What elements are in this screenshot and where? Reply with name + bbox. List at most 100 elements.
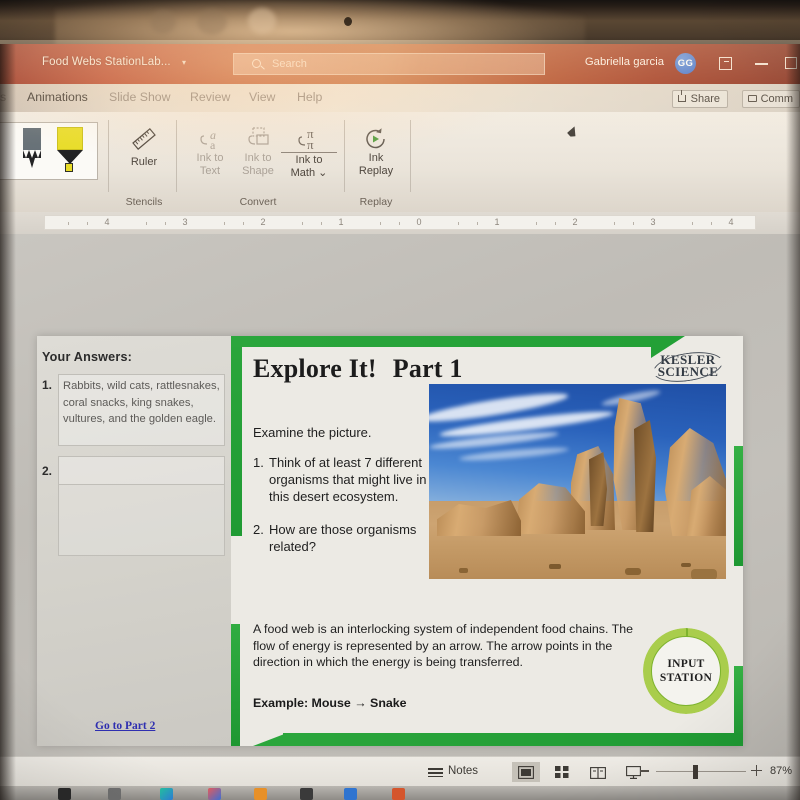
zoom-in-icon[interactable]	[751, 765, 762, 776]
slide-border-top	[231, 336, 663, 347]
status-bar: Notes 87%	[0, 756, 800, 786]
ruler-label: Ruler	[130, 156, 158, 168]
slide-workspace: Your Answers: 1. Rabbits, wild cats, rat…	[0, 234, 800, 800]
ink-to-shape-icon	[248, 127, 269, 145]
desert-rock-formation-photo[interactable]	[429, 384, 726, 579]
bezel-smudge	[197, 9, 227, 35]
ink-to-shape-label-1: Ink to	[244, 152, 272, 164]
question-number-2: 2.	[253, 522, 264, 537]
tab-animations[interactable]: Animations	[27, 90, 88, 104]
taskbar-search-icon[interactable]	[108, 788, 121, 800]
ruler-tick-label: 1	[338, 217, 344, 227]
ruler-tick-label: 1	[494, 217, 500, 227]
slide-corner-bottom-left	[253, 733, 287, 746]
notes-button[interactable]: Notes	[448, 765, 478, 777]
slide-example-text: Example: Mouse → Snake	[253, 696, 407, 710]
ink-to-shape-button[interactable]: Ink to Shape	[232, 126, 284, 177]
share-button[interactable]: Share	[671, 90, 728, 108]
slide-title-main: Explore It!	[253, 354, 377, 383]
taskbar-app-icon[interactable]	[300, 788, 313, 800]
tab-review[interactable]: Review	[190, 90, 230, 104]
ruler-tick-label: 4	[728, 217, 734, 227]
chevron-down-icon[interactable]: ▾	[182, 58, 186, 67]
slide-title-part: Part 1	[392, 354, 463, 383]
ink-to-math-button[interactable]: π π Ink to Math ⌄	[281, 126, 337, 179]
account-name[interactable]: Gabriella garcia	[585, 56, 664, 68]
go-to-part-2-link[interactable]: Go to Part 2	[95, 720, 155, 732]
highlighter-icon[interactable]	[57, 127, 83, 172]
ribbon-divider	[108, 120, 109, 192]
ink-replay-button[interactable]: Ink Replay	[350, 126, 402, 177]
tab-slide-show[interactable]: Slide Show	[109, 90, 171, 104]
taskbar-start-icon[interactable]	[58, 788, 71, 800]
ruler-tick-label: 3	[182, 217, 188, 227]
ink-to-text-label-2: Text	[199, 164, 221, 177]
taskbar-app-icon[interactable]	[344, 788, 357, 800]
pencil-icon[interactable]	[23, 128, 41, 168]
search-box[interactable]: Search	[233, 53, 545, 75]
input-station-badge: INPUT STATION	[643, 628, 729, 714]
answer-text-1[interactable]: Rabbits, wild cats, rattlesnakes, coral …	[63, 378, 223, 428]
ruler-tick-label: 3	[650, 217, 656, 227]
comments-button[interactable]: Comm	[741, 90, 800, 108]
bezel-smudge	[150, 10, 176, 34]
ruler-tick-label: 2	[260, 217, 266, 227]
zoom-percent-label[interactable]: 87%	[770, 765, 792, 777]
minimize-button[interactable]	[755, 63, 768, 65]
ribbon-display-options-icon[interactable]	[719, 57, 732, 70]
ink-to-math-icon: π π	[298, 126, 314, 152]
ruler-icon	[132, 128, 156, 150]
maximize-button[interactable]	[785, 57, 797, 69]
slide-question-item: 1. Think of at least 7 different organis…	[253, 454, 429, 505]
search-icon	[252, 59, 261, 68]
tab-view[interactable]: View	[249, 90, 275, 104]
ink-to-text-button[interactable]: a a Ink to Text	[184, 126, 236, 177]
slide-intro-text: Examine the picture.	[253, 425, 372, 440]
svg-text:a: a	[210, 138, 216, 152]
kesler-science-logo: KESLER SCIENCE	[651, 354, 725, 378]
group-label-stencils: Stencils	[125, 196, 163, 208]
ruler-button[interactable]: Ruler	[118, 126, 170, 169]
ruler-tick-label: 4	[104, 217, 110, 227]
taskbar-app-icon[interactable]	[208, 788, 221, 800]
zoom-out-icon[interactable]	[640, 770, 649, 772]
slide-sorter-icon[interactable]	[548, 762, 576, 782]
ribbon-divider	[344, 120, 345, 192]
tab-cutoff[interactable]: s	[0, 90, 6, 104]
slide-title: Explore It! Part 1	[253, 354, 463, 384]
slide-paragraph: A food web is an interlocking system of …	[253, 622, 633, 670]
answers-panel: Your Answers: 1. Rabbits, wild cats, rat…	[37, 336, 231, 746]
answer-number-2: 2.	[42, 464, 53, 478]
answer-box-2-extension[interactable]	[58, 485, 225, 556]
avatar[interactable]: GG	[675, 53, 696, 74]
slide-deck-page: Your Answers: 1. Rabbits, wild cats, rat…	[37, 336, 743, 746]
pen-gallery[interactable]	[0, 122, 98, 180]
answer-box-2[interactable]	[58, 456, 225, 485]
comments-label: Comm	[760, 93, 793, 105]
ink-to-shape-label-2: Shape	[242, 164, 274, 177]
comment-icon	[747, 95, 757, 102]
search-input-placeholder[interactable]: Search	[272, 58, 307, 70]
tab-help[interactable]: Help	[297, 90, 322, 104]
ink-to-math-label-2: Math ⌄	[290, 166, 328, 179]
taskbar-app-icon[interactable]	[254, 788, 267, 800]
reading-view-icon[interactable]	[584, 762, 612, 782]
ink-to-math-label-1: Ink to	[281, 152, 337, 167]
ink-replay-label-2: Replay	[358, 164, 394, 177]
taskbar-powerpoint-icon[interactable]	[392, 788, 405, 800]
answers-heading: Your Answers:	[42, 350, 133, 364]
ink-to-text-label-1: Ink to	[196, 152, 224, 164]
svg-text:π: π	[307, 137, 314, 152]
slide-show-icon[interactable]	[620, 762, 648, 782]
taskbar-edge-icon[interactable]	[160, 788, 173, 800]
horizontal-ruler[interactable]: 4 3 2 1 0 1 2 3 4	[0, 212, 800, 234]
answer-number-1: 1.	[42, 378, 53, 392]
zoom-slider-thumb[interactable]	[693, 765, 698, 779]
slide-canvas[interactable]: Explore It! Part 1 KESLER SCIENCE Examine…	[231, 336, 743, 746]
ink-to-text-icon: a a	[200, 128, 216, 152]
zoom-slider[interactable]	[656, 771, 746, 773]
webcam	[344, 17, 352, 26]
screen-area: Food Webs StationLab... ▾ Search Gabriel…	[0, 44, 800, 800]
document-name[interactable]: Food Webs StationLab...	[42, 56, 171, 68]
normal-view-icon[interactable]	[512, 762, 540, 782]
